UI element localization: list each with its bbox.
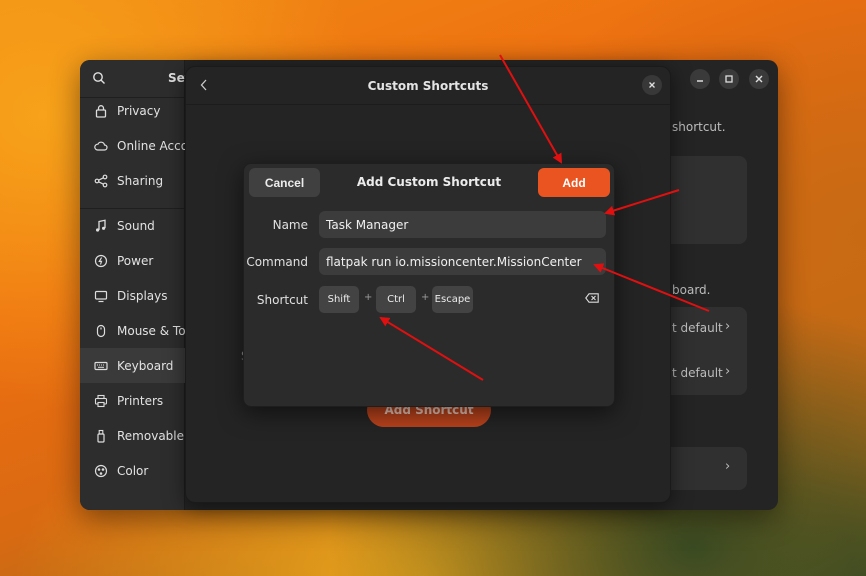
- command-input[interactable]: flatpak run io.missioncenter.MissionCent…: [319, 248, 606, 275]
- sidebar-item-mouse-touchpad[interactable]: Mouse & Tou: [80, 313, 185, 348]
- key-separator: +: [421, 292, 430, 303]
- printer-icon: [94, 394, 108, 407]
- sidebar-item-sound[interactable]: Sound: [80, 208, 185, 243]
- chevron-right-icon: ›: [725, 364, 731, 379]
- sidebar-item-power[interactable]: Power: [80, 243, 185, 278]
- sidebar-item-displays[interactable]: Displays: [80, 278, 185, 313]
- share-icon: [94, 174, 108, 187]
- sidebar-item-label: Removable M: [117, 428, 185, 443]
- key-escape: Escape: [432, 286, 473, 313]
- close-dialog-button[interactable]: [642, 75, 662, 95]
- usb-icon: [97, 429, 105, 443]
- mouse-icon: [96, 324, 106, 337]
- music-note-icon: [96, 219, 106, 232]
- minimize-icon: [697, 80, 703, 82]
- power-icon: [94, 254, 108, 267]
- sidebar-item-label: Sound: [117, 219, 155, 233]
- key-ctrl: Ctrl: [376, 286, 416, 313]
- cloud-icon: [94, 141, 108, 151]
- minimize-button[interactable]: [690, 69, 710, 89]
- sidebar-item-label: Power: [117, 253, 154, 268]
- sidebar-item-keyboard[interactable]: Keyboard: [80, 348, 185, 383]
- sidebar-item-label: Online Accou: [117, 138, 185, 153]
- maximize-button[interactable]: [719, 69, 739, 89]
- name-input[interactable]: Task Manager: [319, 211, 606, 238]
- sidebar-item-label: Keyboard: [117, 358, 174, 373]
- search-icon[interactable]: [92, 71, 106, 85]
- maximize-icon: [725, 75, 733, 83]
- reset-default-2[interactable]: t default: [672, 366, 723, 380]
- cancel-button[interactable]: Cancel: [249, 168, 320, 197]
- name-label: Name: [272, 218, 308, 232]
- command-label: Command: [246, 255, 308, 269]
- background-hint-text: shortcut.: [672, 120, 726, 134]
- key-separator: +: [364, 292, 373, 303]
- custom-shortcuts-header: Custom Shortcuts: [186, 67, 670, 105]
- chevron-right-icon: ›: [725, 459, 731, 474]
- custom-shortcuts-title: Custom Shortcuts: [367, 79, 489, 93]
- sidebar-list: Privacy Online Accou Sharing Sound Power…: [80, 93, 185, 488]
- key-shift: Shift: [319, 286, 359, 313]
- shortcut-label: Shortcut: [256, 293, 308, 307]
- sidebar-item-label: Privacy: [117, 103, 161, 118]
- add-dialog-header: Cancel Add Custom Shortcut Add: [244, 164, 614, 204]
- sidebar-item-label: Mouse & Tou: [117, 323, 185, 338]
- add-custom-shortcut-dialog: Cancel Add Custom Shortcut Add Name Task…: [243, 163, 615, 407]
- keyboard-icon: [94, 361, 108, 370]
- sidebar-item-removable-media[interactable]: Removable M: [80, 418, 185, 453]
- monitor-icon: [94, 290, 108, 302]
- color-palette-icon: [94, 464, 108, 477]
- backspace-icon[interactable]: [585, 293, 599, 303]
- sidebar-item-privacy[interactable]: Privacy: [80, 93, 185, 128]
- close-icon: [755, 75, 763, 83]
- background-hint-text-2: board.: [672, 283, 711, 297]
- reset-default-1[interactable]: t default: [672, 321, 723, 335]
- sidebar-item-printers[interactable]: Printers: [80, 383, 185, 418]
- sidebar-item-online-accounts[interactable]: Online Accou: [80, 128, 185, 163]
- sidebar-item-label: Printers: [117, 393, 164, 408]
- chevron-right-icon: ›: [725, 319, 731, 334]
- sidebar-item-label: Displays: [117, 288, 168, 303]
- sidebar-item-color[interactable]: Color: [80, 453, 185, 488]
- lock-icon: [95, 104, 107, 118]
- window-close-button[interactable]: [749, 69, 769, 89]
- sidebar-item-label: Color: [117, 463, 149, 478]
- sidebar-item-label: Sharing: [117, 173, 164, 188]
- add-button[interactable]: Add: [538, 168, 610, 197]
- sidebar: Set Privacy Online Accou Sharing Sound P…: [80, 60, 191, 510]
- sidebar-item-sharing[interactable]: Sharing: [80, 163, 185, 198]
- close-icon: [649, 82, 655, 88]
